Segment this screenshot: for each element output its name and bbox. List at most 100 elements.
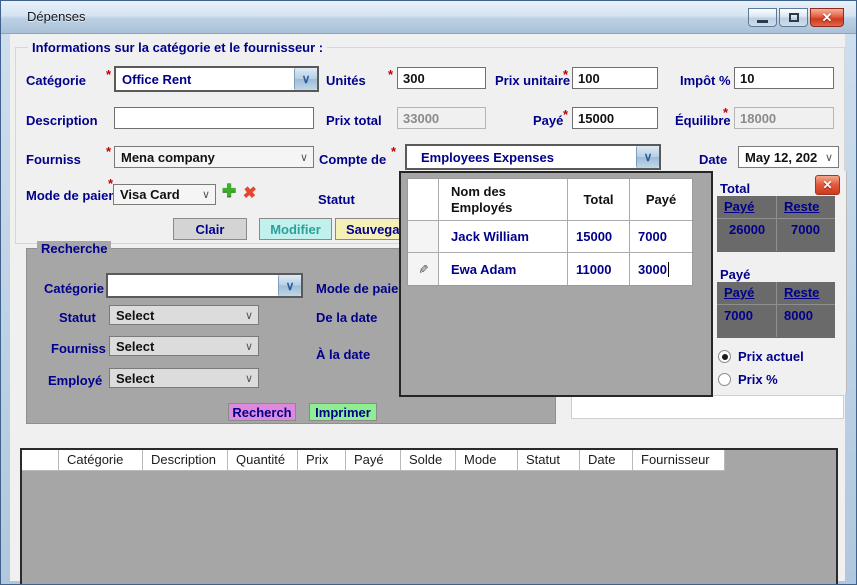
prix-unitaire-input[interactable] bbox=[572, 67, 658, 89]
row-selector-header[interactable] bbox=[408, 179, 439, 221]
compte-required-marker: * bbox=[391, 144, 396, 159]
results-table-header-row: Catégorie Description Quantité Prix Payé… bbox=[22, 450, 836, 471]
minimize-button[interactable] bbox=[748, 8, 777, 27]
results-table: Catégorie Description Quantité Prix Payé… bbox=[20, 448, 838, 585]
employee-paye-cell[interactable]: 7000 bbox=[630, 221, 692, 253]
col-header-nom[interactable]: Nom des Employés bbox=[439, 179, 568, 221]
date-picker[interactable]: May 12, 202 ∨ bbox=[738, 146, 839, 168]
add-payment-mode-icon[interactable]: ✚ bbox=[222, 181, 236, 201]
imprimer-button[interactable]: Imprimer bbox=[309, 403, 377, 421]
compte-combobox[interactable]: Employees Expenses ∨ bbox=[405, 144, 661, 170]
recherche-fourniss-combobox-value: Select bbox=[110, 339, 240, 354]
chevron-down-icon: ∨ bbox=[240, 340, 258, 353]
unites-input[interactable] bbox=[397, 67, 486, 89]
notes-box[interactable] bbox=[571, 395, 844, 419]
radio-selected-icon bbox=[718, 350, 731, 363]
summary-total-title: Total bbox=[720, 181, 750, 196]
clair-button[interactable]: Clair bbox=[173, 218, 247, 240]
results-col-fournisseur[interactable]: Fournisseur bbox=[633, 450, 725, 471]
recherche-categorie-combobox[interactable]: ∨ bbox=[106, 273, 303, 298]
prix-total-input bbox=[397, 107, 486, 129]
compte-label: Compte de bbox=[319, 152, 386, 167]
summary-total-reste-value: 7000 bbox=[776, 219, 835, 251]
recherche-employe-combobox[interactable]: Select ∨ bbox=[109, 368, 259, 388]
chevron-down-icon[interactable]: ∨ bbox=[294, 68, 317, 90]
row-selector[interactable] bbox=[408, 221, 439, 253]
results-col-prix[interactable]: Prix bbox=[298, 450, 346, 471]
row-selector[interactable]: ✎ bbox=[408, 253, 439, 285]
categorie-combobox[interactable]: Office Rent ∨ bbox=[114, 66, 319, 92]
paye-label: Payé bbox=[533, 113, 563, 128]
equilibre-required-marker: * bbox=[723, 105, 728, 120]
modifier-button[interactable]: Modifier bbox=[259, 218, 332, 240]
employee-total-cell[interactable]: 15000 bbox=[568, 221, 630, 253]
titlebar: Dépenses ✕ bbox=[1, 1, 856, 34]
impot-label: Impôt % bbox=[680, 73, 731, 88]
col-header-paye[interactable]: Payé bbox=[630, 179, 692, 221]
date-label: Date bbox=[699, 152, 727, 167]
results-col-description[interactable]: Description bbox=[143, 450, 228, 471]
recherche-statut-label: Statut bbox=[59, 310, 96, 325]
summary-paye-paye-value: 7000 bbox=[717, 305, 776, 337]
recherche-statut-combobox[interactable]: Select ∨ bbox=[109, 305, 259, 325]
recherche-statut-combobox-value: Select bbox=[110, 308, 240, 323]
panel-close-button[interactable]: ✕ bbox=[815, 175, 840, 195]
fourniss-combobox[interactable]: Mena company ∨ bbox=[114, 146, 314, 168]
prix-pct-radio[interactable]: Prix % bbox=[718, 372, 778, 387]
results-header-filler bbox=[725, 450, 836, 471]
recherche-groupbox-title: Recherche bbox=[37, 241, 111, 256]
description-input[interactable] bbox=[114, 107, 314, 129]
expenses-window: Dépenses ✕ Informations sur la catégorie… bbox=[0, 0, 857, 585]
chevron-down-icon[interactable]: ∨ bbox=[636, 146, 659, 168]
window-title: Dépenses bbox=[27, 9, 86, 24]
results-col-paye[interactable]: Payé bbox=[346, 450, 401, 471]
sauvegarder-button[interactable]: Sauvegar bbox=[335, 218, 405, 240]
close-button[interactable]: ✕ bbox=[810, 8, 844, 27]
employee-name-cell[interactable]: Jack William bbox=[439, 221, 568, 253]
summary-col-paye: Payé bbox=[717, 282, 776, 304]
prix-unitaire-label: Prix unitaire bbox=[495, 73, 570, 88]
unites-required-marker: * bbox=[388, 67, 393, 82]
results-col-categorie[interactable]: Catégorie bbox=[59, 450, 143, 471]
prix-actuel-radio[interactable]: Prix actuel bbox=[718, 349, 804, 364]
mode-paiement-label: Mode de paieme bbox=[26, 188, 113, 203]
results-col-quantite[interactable]: Quantité bbox=[228, 450, 298, 471]
results-col-selector[interactable] bbox=[22, 450, 59, 471]
results-col-mode[interactable]: Mode bbox=[456, 450, 518, 471]
recherche-categorie-label: Catégorie bbox=[44, 281, 104, 296]
maximize-button[interactable] bbox=[779, 8, 808, 27]
results-col-date[interactable]: Date bbox=[580, 450, 633, 471]
summary-col-paye: Payé bbox=[717, 196, 776, 218]
recherch-button[interactable]: Recherch bbox=[228, 403, 296, 421]
summary-paye-reste-value: 8000 bbox=[776, 305, 835, 337]
chevron-down-icon: ∨ bbox=[240, 309, 258, 322]
recherche-employe-combobox-value: Select bbox=[110, 371, 240, 386]
mode-paiement-combobox[interactable]: Visa Card ∨ bbox=[113, 184, 216, 205]
chevron-down-icon: ∨ bbox=[240, 372, 258, 385]
employee-paye-cell[interactable]: 3000 bbox=[630, 253, 692, 285]
paye-input[interactable] bbox=[572, 107, 658, 129]
statut-label: Statut bbox=[318, 192, 355, 207]
close-icon: ✕ bbox=[822, 178, 832, 192]
categorie-combobox-value: Office Rent bbox=[116, 68, 294, 90]
employee-total-cell[interactable]: 11000 bbox=[568, 253, 630, 285]
maximize-icon bbox=[789, 13, 799, 22]
radio-unselected-icon bbox=[718, 373, 731, 386]
results-col-solde[interactable]: Solde bbox=[401, 450, 456, 471]
employee-name-cell[interactable]: Ewa Adam bbox=[439, 253, 568, 285]
chevron-down-icon[interactable]: ∨ bbox=[278, 275, 301, 296]
unites-label: Unités bbox=[326, 73, 366, 88]
description-label: Description bbox=[26, 113, 98, 128]
delete-payment-mode-icon[interactable]: ✖ bbox=[242, 183, 258, 203]
employee-grid-header-row: Nom des Employés Total Payé bbox=[408, 179, 692, 221]
fourniss-label: Fourniss bbox=[26, 152, 81, 167]
summary-paye-title: Payé bbox=[720, 267, 750, 282]
fourniss-required-marker: * bbox=[106, 144, 111, 159]
col-header-total[interactable]: Total bbox=[568, 179, 630, 221]
results-col-statut[interactable]: Statut bbox=[518, 450, 580, 471]
paye-required-marker: * bbox=[563, 107, 568, 122]
impot-input[interactable] bbox=[734, 67, 834, 89]
close-icon: ✕ bbox=[822, 10, 833, 26]
chevron-down-icon: ∨ bbox=[820, 151, 838, 164]
recherche-fourniss-combobox[interactable]: Select ∨ bbox=[109, 336, 259, 356]
